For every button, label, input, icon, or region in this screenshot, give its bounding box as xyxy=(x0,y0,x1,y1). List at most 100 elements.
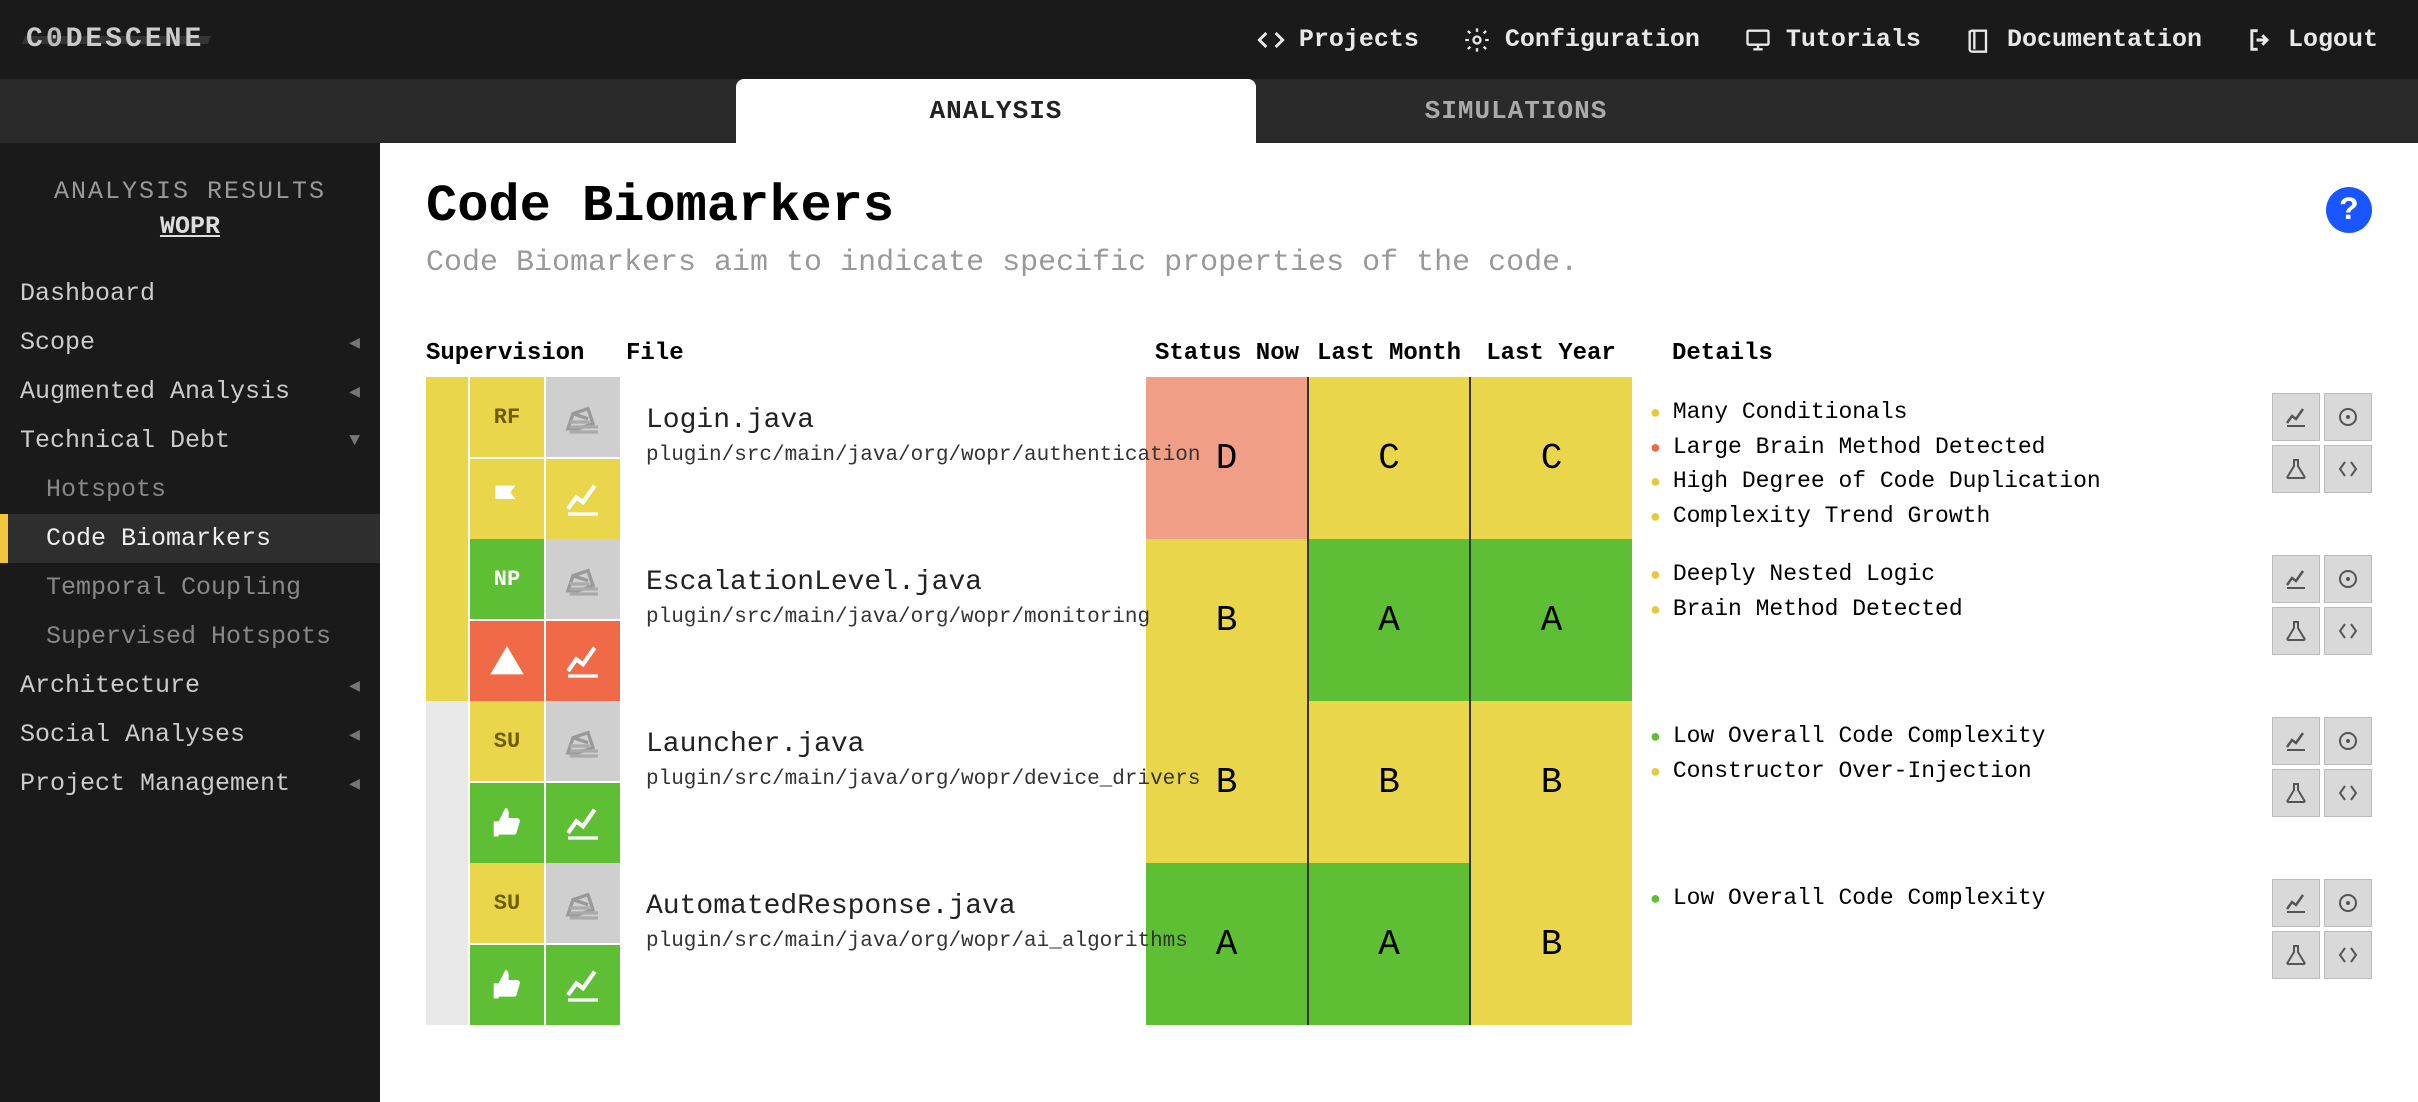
grade-year: B xyxy=(1470,863,1632,1025)
chevron-icon: ◀ xyxy=(349,724,360,746)
supervision-badge[interactable]: SU xyxy=(470,701,544,781)
help-button[interactable]: ? xyxy=(2326,187,2372,233)
thumb-icon[interactable] xyxy=(470,783,544,863)
detail-item: Large Brain Method Detected xyxy=(1650,430,2232,465)
topnav: Projects Configuration Tutorials Documentat… xyxy=(1257,25,2378,54)
chevron-icon: ◀ xyxy=(349,381,360,403)
action-flask-icon[interactable] xyxy=(2272,445,2320,493)
file-path: plugin/src/main/java/org/wopr/monitoring xyxy=(646,606,1146,629)
sidebar-item-social-analyses[interactable]: Social Analyses◀ xyxy=(0,710,380,759)
action-chart-icon[interactable] xyxy=(2272,555,2320,603)
sidebar-title: ANALYSIS RESULTS xyxy=(0,177,380,206)
sidebar-item-project-management[interactable]: Project Management◀ xyxy=(0,759,380,808)
table-row: RF Login.java plugin/src/main/java/org/wop… xyxy=(426,377,2372,539)
grade-month: C xyxy=(1308,377,1470,539)
row-stripe xyxy=(426,701,468,863)
alert-icon[interactable] xyxy=(470,621,544,701)
file-name[interactable]: EscalationLevel.java xyxy=(646,567,1146,598)
action-chart-icon[interactable] xyxy=(2272,717,2320,765)
sidebar-item-dashboard[interactable]: Dashboard xyxy=(0,269,380,318)
sidebar-sub-supervised-hotspots[interactable]: Supervised Hotspots xyxy=(0,612,380,661)
detail-item: Many Conditionals xyxy=(1650,395,2232,430)
tab-analysis[interactable]: ANALYSIS xyxy=(736,79,1256,143)
grade-year: C xyxy=(1470,377,1632,539)
grade-month: A xyxy=(1308,863,1470,1025)
chevron-icon: ▼ xyxy=(349,431,360,451)
subtab-bar: ANALYSIS SIMULATIONS xyxy=(0,79,2418,143)
sidebar-item-architecture[interactable]: Architecture◀ xyxy=(0,661,380,710)
grade-year: B xyxy=(1470,701,1632,863)
chevron-icon: ◀ xyxy=(349,675,360,697)
grade-year: A xyxy=(1470,539,1632,701)
action-flask-icon[interactable] xyxy=(2272,607,2320,655)
sidebar-item-scope[interactable]: Scope◀ xyxy=(0,318,380,367)
action-chart-icon[interactable] xyxy=(2272,393,2320,441)
details-cell: Low Overall Code ComplexityConstructor O… xyxy=(1632,701,2232,863)
edit-icon[interactable] xyxy=(546,539,620,619)
row-stripe xyxy=(426,539,468,701)
topnav-documentation[interactable]: Documentation xyxy=(1965,25,2202,54)
file-path: plugin/src/main/java/org/wopr/authentica… xyxy=(646,444,1146,467)
detail-item: Complexity Trend Growth xyxy=(1650,499,2232,534)
logo: C0DESCENE xyxy=(26,24,204,55)
trend-icon[interactable] xyxy=(546,945,620,1025)
sidebar-project-link[interactable]: WOPR xyxy=(0,212,380,241)
supervision-badge[interactable]: SU xyxy=(470,863,544,943)
table-row: SU Launcher.java plugin/src/main/java/org/… xyxy=(426,701,2372,863)
trend-icon[interactable] xyxy=(546,459,620,539)
edit-icon[interactable] xyxy=(546,377,620,457)
sidebar-item-augmented-analysis[interactable]: Augmented Analysis◀ xyxy=(0,367,380,416)
tab-simulations[interactable]: SIMULATIONS xyxy=(1256,79,1776,143)
row-stripe xyxy=(426,863,468,1025)
action-target-icon[interactable] xyxy=(2324,717,2372,765)
file-name[interactable]: Login.java xyxy=(646,405,1146,436)
action-code-icon[interactable] xyxy=(2324,931,2372,979)
trend-icon[interactable] xyxy=(546,783,620,863)
file-name[interactable]: Launcher.java xyxy=(646,729,1146,760)
edit-icon[interactable] xyxy=(546,863,620,943)
row-stripe xyxy=(426,377,468,539)
col-file: File xyxy=(626,330,1146,377)
col-last-month: Last Month xyxy=(1308,330,1470,377)
action-flask-icon[interactable] xyxy=(2272,769,2320,817)
action-code-icon[interactable] xyxy=(2324,607,2372,655)
file-name[interactable]: AutomatedResponse.java xyxy=(646,891,1146,922)
sidebar-sub-code-biomarkers[interactable]: Code Biomarkers xyxy=(0,514,380,563)
content: Code Biomarkers Code Biomarkers aim to i… xyxy=(380,143,2418,1102)
action-target-icon[interactable] xyxy=(2324,555,2372,603)
col-last-year: Last Year xyxy=(1470,330,1632,377)
topnav-tutorials[interactable]: Tutorials xyxy=(1744,25,1921,54)
flag-icon[interactable] xyxy=(470,459,544,539)
col-details: Details xyxy=(1632,330,2232,377)
action-flask-icon[interactable] xyxy=(2272,931,2320,979)
topnav-projects[interactable]: Projects xyxy=(1257,25,1419,54)
detail-item: Deeply Nested Logic xyxy=(1650,557,2232,592)
action-target-icon[interactable] xyxy=(2324,393,2372,441)
col-status-now: Status Now xyxy=(1146,330,1308,377)
action-target-icon[interactable] xyxy=(2324,879,2372,927)
details-cell: Many ConditionalsLarge Brain Method Dete… xyxy=(1632,377,2232,539)
details-cell: Low Overall Code Complexity xyxy=(1632,863,2232,1025)
topnav-logout[interactable]: Logout xyxy=(2246,25,2378,54)
col-supervision: Supervision xyxy=(426,330,626,377)
sidebar-item-technical-debt[interactable]: Technical Debt▼ xyxy=(0,416,380,465)
supervision-badge[interactable]: RF xyxy=(470,377,544,457)
sidebar: ANALYSIS RESULTS WOPR DashboardScope◀Aug… xyxy=(0,143,380,1102)
sidebar-sub-hotspots[interactable]: Hotspots xyxy=(0,465,380,514)
action-chart-icon[interactable] xyxy=(2272,879,2320,927)
page-title: Code Biomarkers xyxy=(426,177,2372,236)
table-row: NP EscalationLevel.java plugin/src/main/ja… xyxy=(426,539,2372,701)
thumb-icon[interactable] xyxy=(470,945,544,1025)
file-path: plugin/src/main/java/org/wopr/ai_algorit… xyxy=(646,930,1146,953)
detail-item: Low Overall Code Complexity xyxy=(1650,881,2232,916)
file-path: plugin/src/main/java/org/wopr/device_dri… xyxy=(646,768,1146,791)
action-code-icon[interactable] xyxy=(2324,769,2372,817)
grade-month: B xyxy=(1308,701,1470,863)
sidebar-sub-temporal-coupling[interactable]: Temporal Coupling xyxy=(0,563,380,612)
trend-icon[interactable] xyxy=(546,621,620,701)
supervision-badge[interactable]: NP xyxy=(470,539,544,619)
action-code-icon[interactable] xyxy=(2324,445,2372,493)
topnav-configuration[interactable]: Configuration xyxy=(1463,25,1700,54)
page-subtitle: Code Biomarkers aim to indicate specific… xyxy=(426,246,2372,280)
edit-icon[interactable] xyxy=(546,701,620,781)
